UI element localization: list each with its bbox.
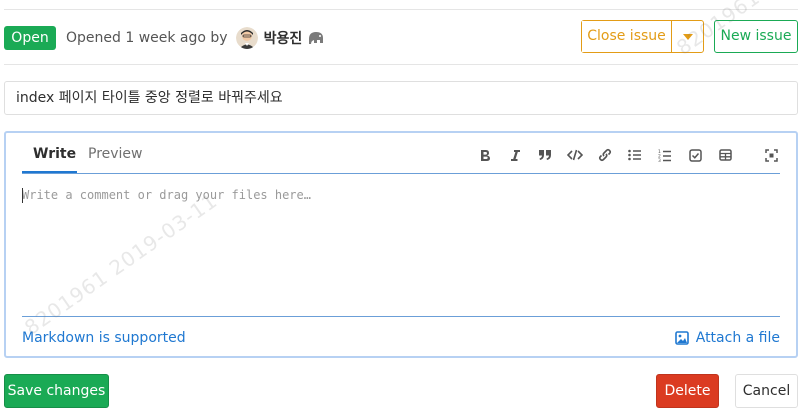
author-name[interactable]: 박용진 <box>264 28 303 48</box>
active-tab-indicator <box>22 171 77 173</box>
new-issue-button[interactable]: New issue <box>714 20 798 53</box>
bullet-list-icon[interactable] <box>626 146 644 164</box>
table-icon[interactable] <box>716 146 734 164</box>
image-icon <box>674 331 689 345</box>
close-issue-dropdown-toggle[interactable] <box>671 21 703 52</box>
top-divider <box>4 9 798 10</box>
quote-icon[interactable] <box>536 146 554 164</box>
status-badge: Open <box>4 26 56 50</box>
opened-text: Opened 1 week ago by <box>66 30 228 46</box>
attach-file-label: Attach a file <box>695 330 780 346</box>
cancel-button[interactable]: Cancel <box>735 374 798 408</box>
fullscreen-icon[interactable] <box>762 146 780 164</box>
bold-icon[interactable] <box>476 146 494 164</box>
close-issue-group: Close issue <box>581 20 704 53</box>
header-divider <box>4 64 798 65</box>
markdown-help-link[interactable]: Markdown is supported <box>22 330 186 346</box>
link-icon[interactable] <box>596 146 614 164</box>
avatar[interactable] <box>235 27 258 49</box>
close-issue-button[interactable]: Close issue <box>582 21 671 52</box>
issue-meta: Opened 1 week ago by 박용진 <box>66 27 325 49</box>
caret-down-icon <box>682 33 693 40</box>
editor-footer-divider <box>22 316 780 317</box>
elephant-icon <box>307 30 325 46</box>
tabs-divider <box>22 173 780 174</box>
delete-button[interactable]: Delete <box>656 374 719 408</box>
description-editor: Write Preview 123 Write a comment or dra… <box>4 131 798 358</box>
issue-title-input[interactable]: index 페이지 타이틀 중앙 정렬로 바꿔주세요 <box>4 81 798 115</box>
numbered-list-icon[interactable]: 123 <box>656 146 674 164</box>
comment-textarea[interactable]: Write a comment or drag your files here… <box>22 188 311 202</box>
code-icon[interactable] <box>566 146 584 164</box>
text-caret <box>22 188 23 203</box>
svg-text:3: 3 <box>658 158 661 162</box>
save-changes-button[interactable]: Save changes <box>4 374 109 408</box>
task-list-icon[interactable] <box>686 146 704 164</box>
markdown-toolbar: 123 <box>6 146 796 164</box>
attach-file-button[interactable]: Attach a file <box>674 330 780 346</box>
italic-icon[interactable] <box>506 146 524 164</box>
